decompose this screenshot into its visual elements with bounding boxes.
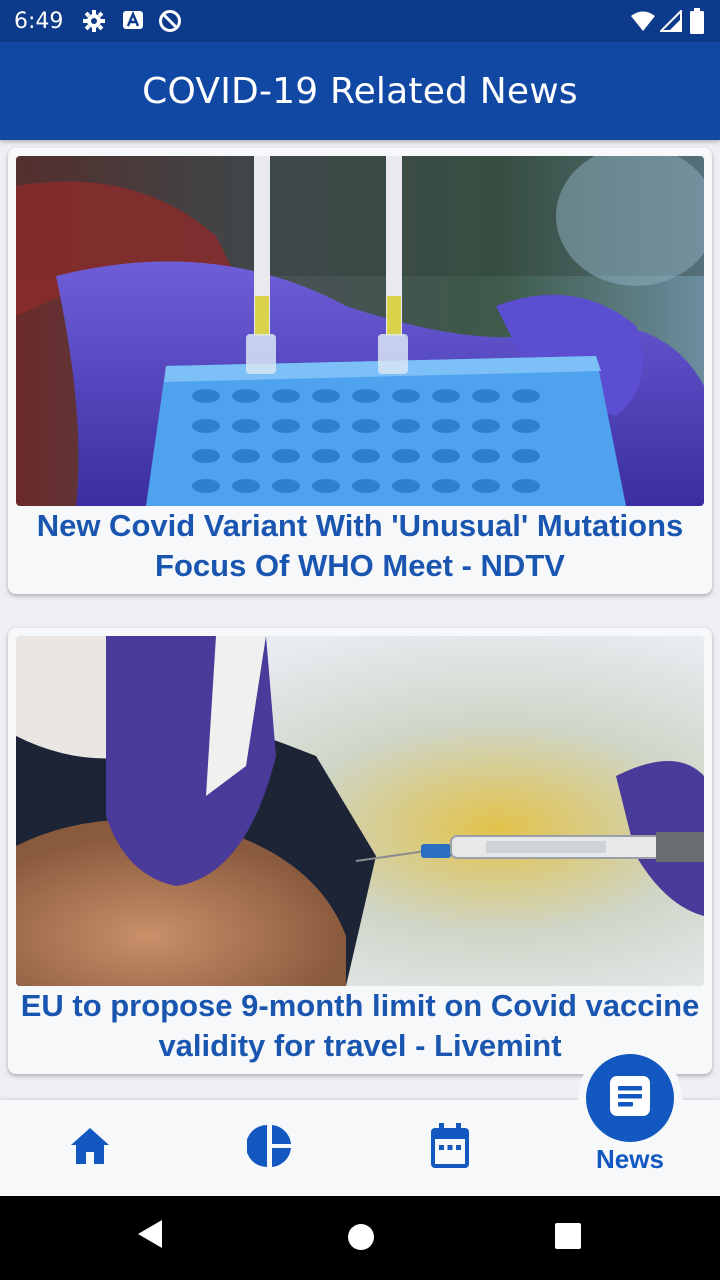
cell-signal-icon: [658, 8, 682, 37]
status-time: 6:49: [14, 9, 64, 34]
lab-test-tubes-photo: [16, 156, 704, 506]
page-title: COVID-19 Related News: [142, 70, 578, 112]
nav-home[interactable]: [30, 1100, 150, 1196]
system-nav-bar: [0, 1196, 720, 1280]
do-not-disturb-icon: [158, 9, 182, 38]
news-headline[interactable]: New Covid Variant With 'Unusual' Mutatio…: [16, 506, 704, 586]
nav-news[interactable]: [578, 1046, 682, 1150]
nav-news-label: News: [596, 1144, 664, 1174]
nav-stats[interactable]: [210, 1100, 330, 1196]
news-card[interactable]: New Covid Variant With 'Unusual' Mutatio…: [8, 148, 712, 594]
news-icon: [606, 1072, 654, 1125]
recents-icon[interactable]: [555, 1223, 581, 1254]
app-bar: COVID-19 Related News: [0, 42, 720, 140]
news-card[interactable]: EU to propose 9-month limit on Covid vac…: [8, 628, 712, 1074]
news-fab[interactable]: [586, 1054, 674, 1142]
home-circle-icon[interactable]: [347, 1223, 375, 1256]
home-icon: [69, 1126, 111, 1171]
a-badge-icon: [122, 9, 144, 36]
wifi-icon: [630, 10, 656, 37]
battery-icon: [690, 8, 704, 39]
pie-chart-icon: [246, 1123, 293, 1174]
news-list[interactable]: New Covid Variant With 'Unusual' Mutatio…: [0, 140, 720, 1100]
vaccine-injection-photo: [16, 636, 704, 986]
calendar-icon: [430, 1122, 470, 1174]
back-icon[interactable]: [136, 1218, 164, 1255]
status-bar: 6:49: [0, 0, 720, 42]
gear-icon: [82, 9, 106, 38]
nav-calendar[interactable]: [390, 1100, 510, 1196]
